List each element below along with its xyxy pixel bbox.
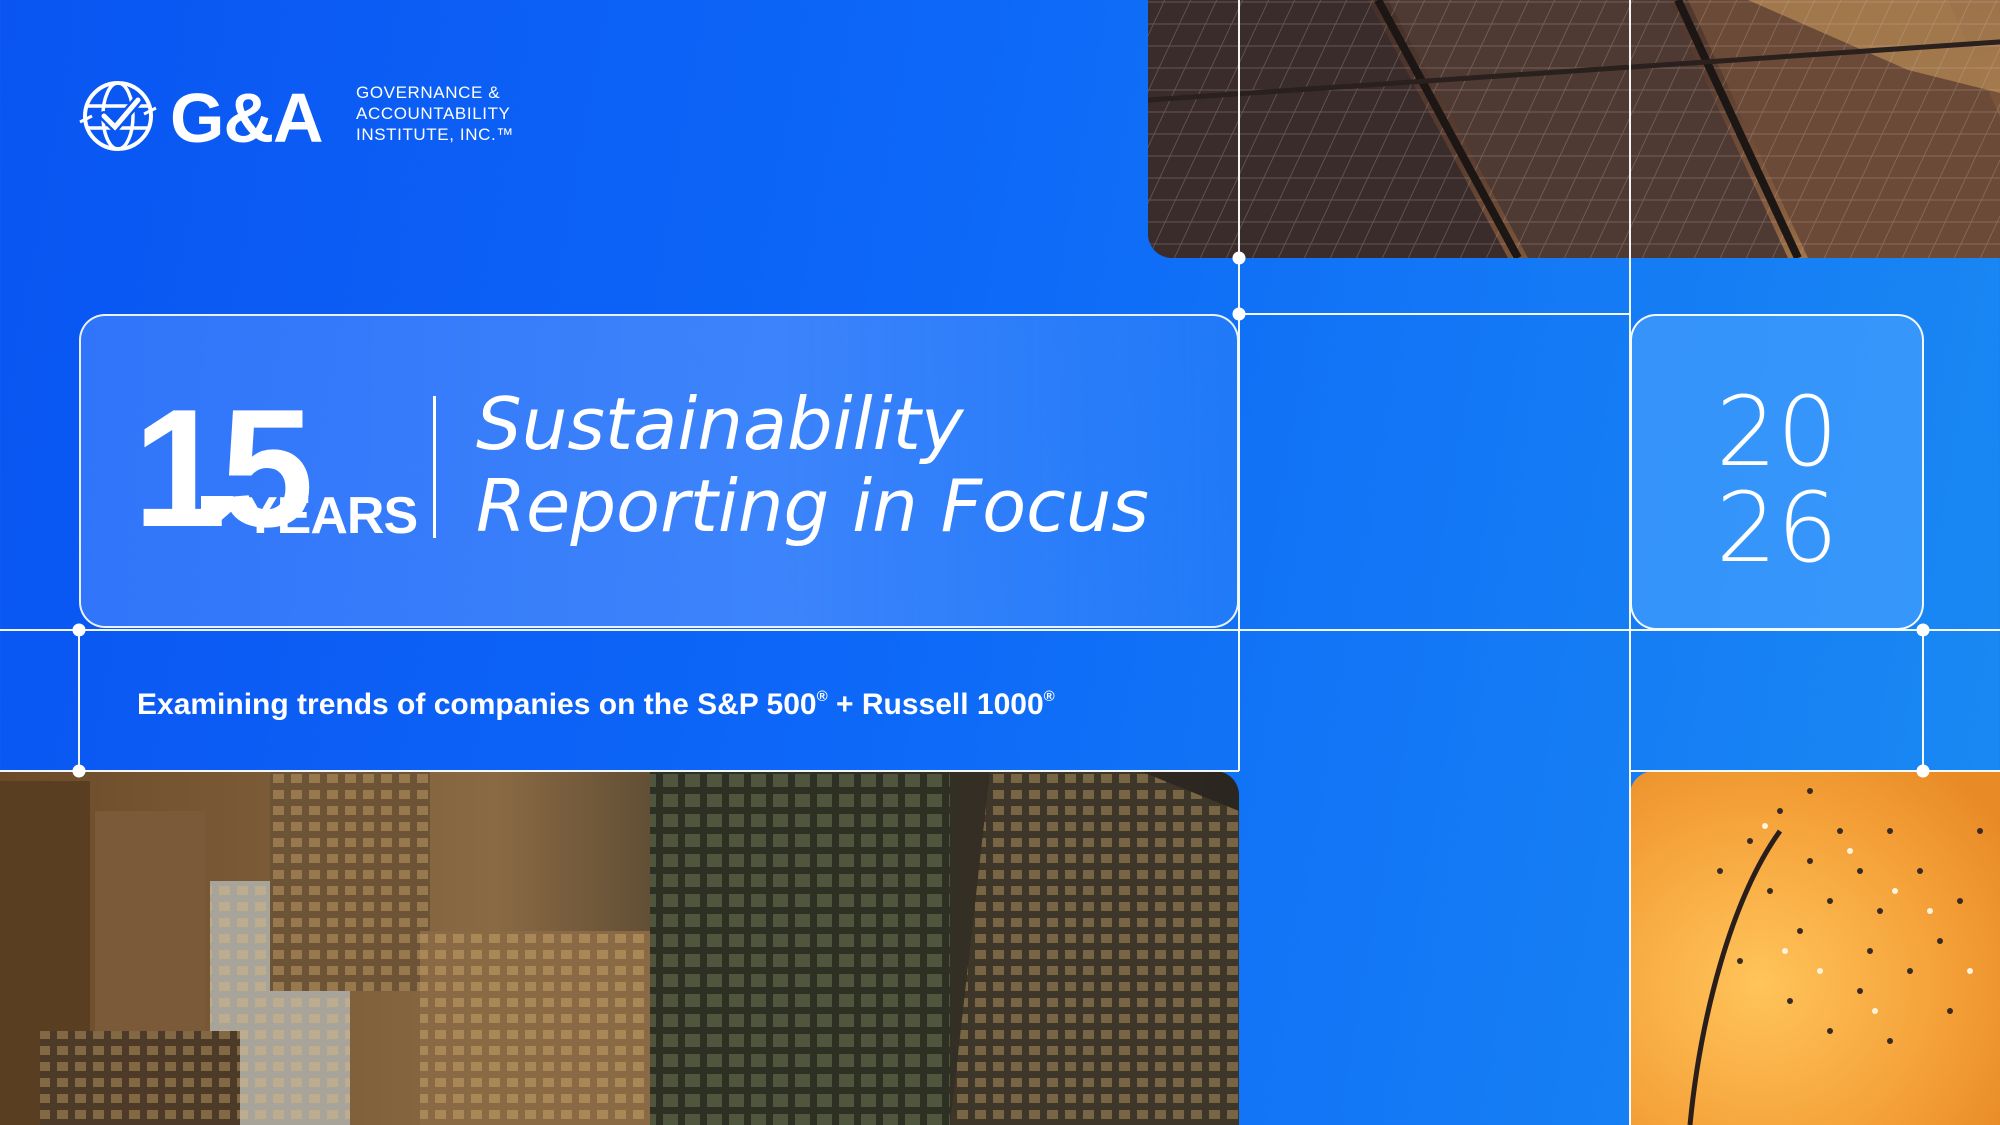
registered-mark: ®: [816, 688, 828, 705]
grid-line: [78, 628, 80, 771]
report-title-line-1: Sustainability: [476, 382, 964, 466]
report-subtitle: Examining trends of companies on the S&P…: [137, 688, 1055, 722]
ga-logo: G&A GOVERNANCE & ACCOUNTABILITY INSTITUT…: [78, 76, 538, 156]
logo-subtitle: GOVERNANCE & ACCOUNTABILITY INSTITUTE, I…: [356, 82, 556, 145]
subtitle-text: + Russell 1000: [827, 688, 1044, 721]
grid-line: [0, 770, 1239, 772]
heart-shape-icon: [201, 496, 233, 524]
fifteen-years-badge: 15 YEARS: [133, 384, 418, 552]
badge-word: YEARS: [243, 487, 418, 545]
city-buildings-image: [0, 771, 1239, 1125]
grid-line: [1630, 770, 2000, 772]
year-card: 20 26: [1630, 314, 1924, 630]
logo-subtitle-line: INSTITUTE, INC.™: [356, 125, 514, 144]
grid-line: [1238, 313, 1630, 315]
logo-subtitle-line: ACCOUNTABILITY: [356, 104, 511, 123]
solar-panels-image: [1148, 0, 2000, 258]
birds-sky-image: [1630, 771, 2000, 1125]
registered-mark: ®: [1043, 688, 1055, 705]
grid-dot: [72, 764, 86, 778]
grid-dot: [72, 623, 86, 637]
grid-line: [1922, 628, 1924, 771]
title-card: 15 YEARS Sustainability Reporting in Foc…: [79, 314, 1239, 628]
report-title-line-2: Reporting in Focus: [476, 464, 1149, 548]
logo-subtitle-line: GOVERNANCE &: [356, 83, 501, 102]
subtitle-text: Examining trends of companies on the S&P…: [137, 688, 817, 721]
grid-dot: [1232, 251, 1246, 265]
grid-dot: [1916, 623, 1930, 637]
grid-dot: [1232, 307, 1246, 321]
year-bottom: 26: [1715, 472, 1839, 584]
logo-wordmark: G&A: [170, 79, 324, 157]
grid-dot: [1916, 764, 1930, 778]
globe-check-icon: [79, 81, 157, 151]
year-top: 20: [1715, 376, 1839, 488]
title-divider: [433, 396, 436, 538]
